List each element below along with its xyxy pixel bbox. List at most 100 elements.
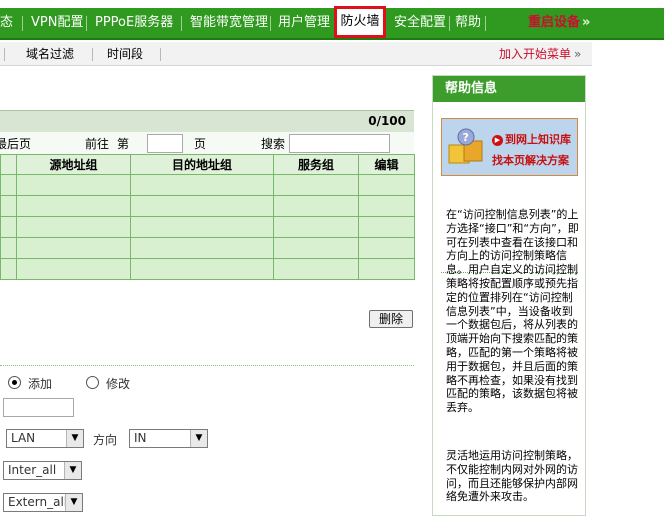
source-group-select[interactable]: Inter_all ▼ xyxy=(3,461,82,480)
source-group-value: Inter_all xyxy=(8,463,57,477)
top-strip xyxy=(0,0,664,8)
pager: 最后页 前往 第 页 搜索 xyxy=(0,132,414,154)
main-nav: 态 VPN配置 PPPoE服务器 智能带宽管理 用户管理 防火墙 安全配置 帮助… xyxy=(0,6,664,40)
table-cell xyxy=(16,174,131,196)
play-icon: ▶ xyxy=(492,135,503,146)
nav-separator xyxy=(86,16,87,31)
nav-separator xyxy=(449,16,450,31)
goto-di-label: 第 xyxy=(117,137,130,151)
nav-item-security[interactable]: 安全配置 xyxy=(394,8,446,38)
goto-label: 前往 xyxy=(85,137,110,151)
subnav-separator xyxy=(92,48,93,61)
section-divider xyxy=(0,365,414,366)
table-cell xyxy=(273,237,359,259)
radio-add-label: 添加 xyxy=(28,377,53,391)
restart-arrow-icon: » xyxy=(582,15,591,30)
table-cell xyxy=(130,174,274,196)
knowledge-base-banner[interactable]: ? ▶ 到网上知识库 找本页解决方案 xyxy=(441,118,578,176)
rule-name-input[interactable] xyxy=(3,398,74,417)
column-header-service-group: 服务组 xyxy=(273,154,359,175)
nav-separator xyxy=(181,16,182,31)
rule-count: 0/100 xyxy=(368,114,406,128)
svg-text:?: ? xyxy=(463,131,469,144)
table-cell xyxy=(16,258,131,280)
add-to-start-menu-link[interactable]: 加入开始菜单» xyxy=(499,42,581,66)
table-cell xyxy=(0,174,17,196)
radio-edit[interactable] xyxy=(86,376,99,389)
table-cell xyxy=(130,237,274,259)
column-header-edit: 编辑 xyxy=(358,154,415,175)
table-cell xyxy=(273,174,359,196)
table-cell xyxy=(273,216,359,238)
table-cell xyxy=(130,258,274,280)
table-cell xyxy=(16,195,131,217)
help-title: 帮助信息 xyxy=(433,76,585,102)
radio-edit-label: 修改 xyxy=(106,377,131,391)
table-cell xyxy=(273,195,359,217)
direction-select-value: IN xyxy=(134,431,147,445)
table-header-row: 源地址组 目的地址组 服务组 编辑 xyxy=(0,154,415,175)
column-header xyxy=(0,154,17,175)
search-input[interactable] xyxy=(289,134,390,153)
table-cell xyxy=(358,216,415,238)
search-label: 搜索 xyxy=(261,137,286,151)
restart-label: 重启设备 xyxy=(528,15,581,30)
kb-line-1: ▶ 到网上知识库 xyxy=(492,131,571,147)
table-cell xyxy=(130,216,274,238)
destination-group-select[interactable]: Extern_all ▼ xyxy=(3,493,83,512)
table-cell xyxy=(358,195,415,217)
table-cell xyxy=(16,237,131,259)
table-cell xyxy=(0,216,17,238)
delete-button[interactable]: 删除 xyxy=(369,310,413,328)
table-row xyxy=(0,237,415,259)
chevron-down-icon: ▼ xyxy=(64,462,81,479)
nav-item-vpn[interactable]: VPN配置 xyxy=(31,8,83,38)
help-panel: 帮助信息 ? ▶ 到网上知识库 找本页解决方案 在“访问控制信息列表”的上方选择“… xyxy=(432,75,586,516)
right-margin xyxy=(592,42,664,516)
subnav-separator xyxy=(160,48,161,61)
subnav-item-domain-filter[interactable]: 域名过滤 xyxy=(26,42,74,66)
kb-line-2: 找本页解决方案 xyxy=(492,154,569,167)
page-suffix-label: 页 xyxy=(194,137,207,151)
chevron-down-icon: ▼ xyxy=(65,494,82,511)
nav-separator xyxy=(22,16,23,31)
table-row xyxy=(0,195,415,217)
table-cell xyxy=(358,237,415,259)
help-paragraph-1: 在“访问控制信息列表”的上方选择“接口”和“方向”，即可在列表中查看在该接口和方… xyxy=(446,208,579,415)
acl-table: 源地址组 目的地址组 服务组 编辑 xyxy=(0,154,415,280)
table-cell xyxy=(0,195,17,217)
nav-item-users[interactable]: 用户管理 xyxy=(278,8,330,38)
subnav-separator xyxy=(4,48,5,61)
direction-select[interactable]: IN ▼ xyxy=(129,429,208,448)
nav-separator xyxy=(270,16,271,31)
interface-select[interactable]: LAN ▼ xyxy=(6,429,84,448)
table-cell xyxy=(358,258,415,280)
table-cell xyxy=(16,216,131,238)
nav-separator xyxy=(485,16,486,31)
radio-add[interactable] xyxy=(8,376,21,389)
nav-item-bandwidth[interactable]: 智能带宽管理 xyxy=(190,8,268,38)
nav-item-help[interactable]: 帮助 xyxy=(455,8,481,38)
column-header-dst-group: 目的地址组 xyxy=(130,154,274,175)
add-start-label: 加入开始菜单 xyxy=(499,47,572,61)
add-start-arrow-icon: » xyxy=(574,47,582,61)
table-cell xyxy=(0,237,17,259)
destination-group-value: Extern_all xyxy=(8,495,68,509)
chevron-down-icon: ▼ xyxy=(190,430,207,447)
table-cell xyxy=(0,258,17,280)
help-paragraph-2: 灵活地运用访问控制策略，不仅能控制内网对外网的访问，而且还能够保护内部网络免遭外… xyxy=(446,449,578,504)
question-box-icon: ? xyxy=(448,128,483,164)
page-number-input[interactable] xyxy=(147,134,183,153)
subnav-item-time-period[interactable]: 时间段 xyxy=(107,42,143,66)
nav-item-pppoe[interactable]: PPPoE服务器 xyxy=(95,8,173,38)
direction-label: 方向 xyxy=(93,433,118,447)
nav-item-firewall[interactable]: 防火墙 xyxy=(334,6,386,38)
restart-device-link[interactable]: 重启设备» xyxy=(528,8,590,38)
table-row xyxy=(0,258,415,280)
nav-item-status[interactable]: 态 xyxy=(0,8,13,38)
last-page-link[interactable]: 最后页 xyxy=(0,132,31,156)
column-header-src-group: 源地址组 xyxy=(16,154,131,175)
chevron-down-icon: ▼ xyxy=(66,430,83,447)
list-count-bar: 0/100 xyxy=(0,110,414,132)
table-row xyxy=(0,174,415,196)
